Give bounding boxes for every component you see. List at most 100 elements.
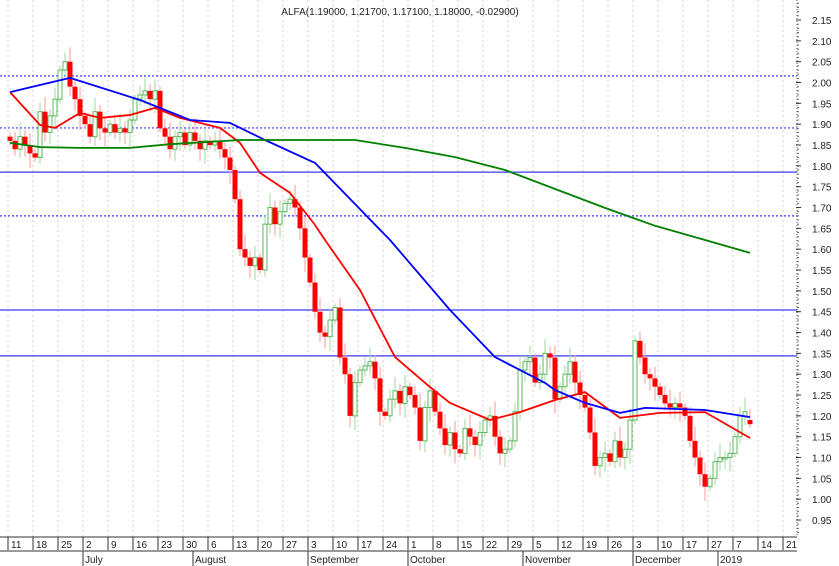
candle-down: [617, 440, 623, 458]
x-tick-label: 7: [736, 540, 742, 551]
x-tick-label: 25: [61, 540, 73, 551]
candle-up: [282, 202, 288, 213]
candle-down: [232, 170, 238, 200]
candle-up: [277, 211, 283, 225]
x-tick-label: 30: [186, 540, 198, 551]
candle-down: [747, 420, 753, 425]
candle-up: [612, 440, 618, 463]
candle-down: [222, 149, 228, 158]
candle-down: [407, 386, 413, 396]
candle-up: [37, 111, 43, 159]
candle-down: [102, 128, 108, 133]
candle-down: [657, 386, 663, 396]
x-tick-label: 8: [436, 540, 442, 551]
candle-down: [372, 361, 378, 379]
candle-down: [467, 428, 473, 437]
x-tick-label: 12: [561, 540, 573, 551]
candle-up: [517, 369, 523, 413]
candle-down: [667, 403, 673, 408]
x-tick-label: 29: [511, 540, 523, 551]
candle-down: [167, 136, 173, 150]
candle-down: [697, 457, 703, 475]
candle-up: [507, 440, 513, 450]
x-tick-label: 26: [611, 540, 623, 551]
candle-down: [432, 390, 438, 412]
candle-down: [647, 374, 653, 379]
candle-up: [52, 98, 58, 117]
y-tick-label: 1.70: [812, 204, 832, 215]
candle-up: [447, 432, 453, 446]
x-tick-label: 17: [686, 540, 698, 551]
candle-down: [687, 415, 693, 441]
candle-down: [87, 124, 93, 137]
y-tick-label: 1.65: [812, 224, 832, 235]
candle-up: [522, 361, 528, 371]
candle-down: [472, 436, 478, 446]
candle-up: [672, 402, 678, 409]
x-tick-label: 17: [361, 540, 373, 551]
month-label: September: [310, 555, 360, 566]
y-tick-label: 1.05: [812, 474, 832, 485]
x-tick-label: 10: [336, 540, 348, 551]
candle-up: [262, 223, 268, 271]
candle-up: [62, 61, 68, 71]
y-tick-label: 1.85: [812, 141, 832, 152]
candle-up: [47, 115, 53, 134]
candle-up: [712, 461, 718, 479]
y-tick-label: 2.05: [812, 58, 832, 69]
candle-up: [137, 94, 143, 100]
y-tick-label: 2.15: [812, 16, 832, 27]
candle-down: [452, 432, 458, 450]
y-tick-label: 2.00: [812, 79, 832, 90]
candle-down: [162, 128, 168, 137]
candle-up: [267, 207, 273, 225]
candle-up: [542, 352, 548, 375]
candle-down: [702, 474, 708, 487]
x-tick-label: 22: [486, 540, 498, 551]
candle-up: [477, 432, 483, 446]
month-label: 2019: [720, 555, 743, 566]
candle-up: [427, 390, 433, 409]
candle-down: [442, 428, 448, 446]
x-tick-label: 19: [586, 540, 598, 551]
candle-up: [367, 361, 373, 367]
candle-down: [547, 353, 553, 358]
candle-down: [272, 207, 278, 225]
month-label: November: [525, 555, 572, 566]
candle-down: [417, 407, 423, 441]
y-tick-label: 1.60: [812, 245, 832, 256]
candle-up: [727, 452, 733, 459]
candle-up: [622, 448, 628, 459]
candle-down: [347, 374, 353, 416]
candle-up: [332, 307, 338, 321]
candle-down: [677, 403, 683, 408]
y-tick-label: 1.75: [812, 183, 832, 194]
candle-up: [402, 386, 408, 404]
candle-down: [12, 140, 18, 150]
candle-up: [422, 407, 428, 442]
candle-down: [637, 340, 643, 358]
y-tick-label: 1.30: [812, 370, 832, 381]
candle-up: [627, 419, 633, 450]
candle-down: [457, 449, 463, 454]
candle-down: [42, 111, 48, 133]
x-tick-label: 23: [161, 540, 173, 551]
x-tick-label: 15: [461, 540, 473, 551]
y-tick-label: 1.10: [812, 454, 832, 465]
candle-down: [337, 307, 343, 358]
y-tick-label: 1.95: [812, 99, 832, 110]
candle-up: [562, 373, 568, 388]
candle-up: [387, 398, 393, 417]
candle-down: [72, 86, 78, 100]
candle-down: [497, 436, 503, 454]
x-tick-label: 11: [11, 540, 22, 551]
candle-down: [307, 257, 313, 283]
candle-down: [382, 411, 388, 416]
candle-down: [257, 257, 263, 271]
candle-up: [152, 90, 158, 100]
candle-down: [247, 257, 253, 266]
y-tick-label: 1.90: [812, 120, 832, 131]
candle-up: [527, 357, 533, 363]
candle-down: [317, 311, 323, 333]
candle-down: [67, 61, 73, 87]
